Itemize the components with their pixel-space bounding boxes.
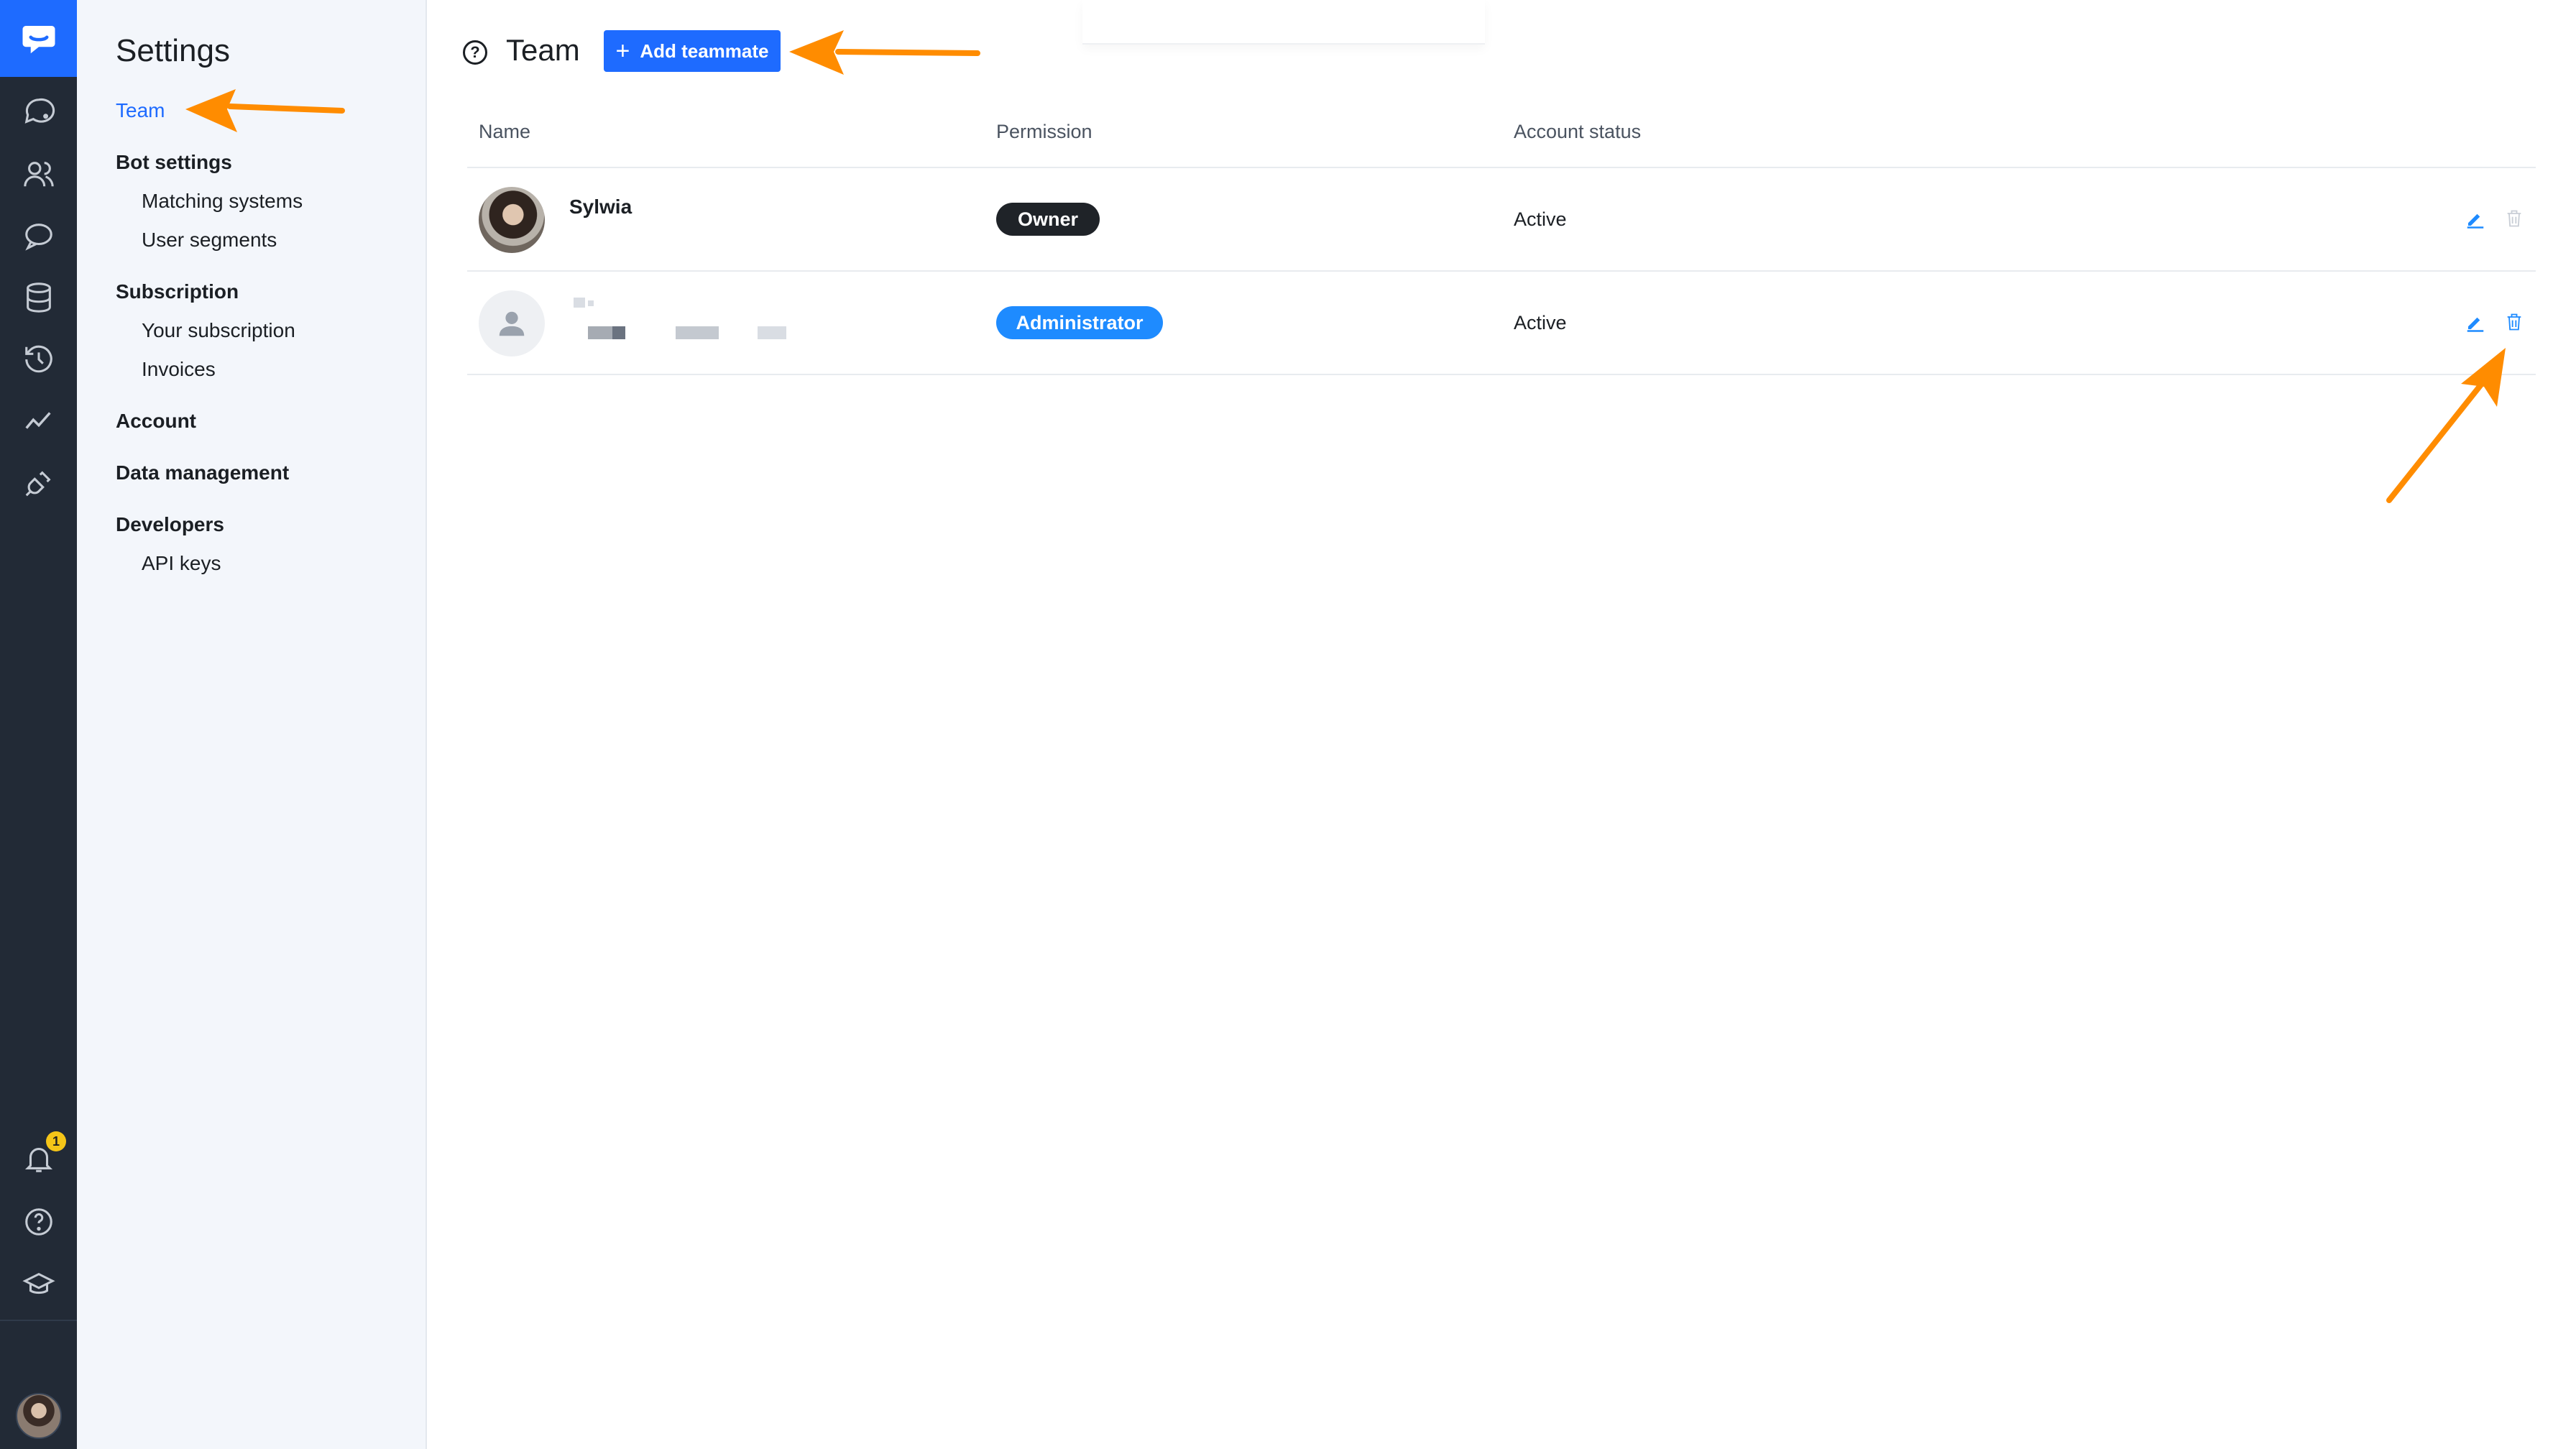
plus-icon: + bbox=[615, 37, 630, 65]
sidebar-item-your-subscription[interactable]: Your subscription bbox=[142, 319, 295, 342]
permission-badge: Owner bbox=[996, 203, 1100, 236]
account-status: Active bbox=[1514, 312, 1567, 334]
row-divider bbox=[467, 270, 2536, 272]
sidebar-item-bot-settings[interactable]: Bot settings bbox=[116, 151, 232, 174]
conversations-icon[interactable] bbox=[0, 83, 77, 141]
sidebar-item-matching-systems[interactable]: Matching systems bbox=[142, 190, 303, 213]
top-overlay bbox=[1082, 0, 1485, 45]
users-icon[interactable] bbox=[0, 145, 77, 203]
sidebar-item-developers[interactable]: Developers bbox=[116, 513, 224, 536]
sidebar-title: Settings bbox=[116, 33, 230, 68]
sidebar-item-api-keys[interactable]: API keys bbox=[142, 552, 221, 575]
sidebar-item-data-management[interactable]: Data management bbox=[116, 461, 289, 484]
redacted-name bbox=[574, 298, 585, 308]
redacted-email bbox=[588, 326, 612, 339]
sidebar-item-account[interactable]: Account bbox=[116, 410, 196, 433]
delete-trash-icon[interactable] bbox=[2501, 309, 2527, 335]
header-divider bbox=[467, 167, 2536, 168]
main-content: ? Team + Add teammate Name Permission Ac… bbox=[427, 0, 2576, 1449]
avatar bbox=[479, 187, 545, 253]
avatar bbox=[479, 290, 545, 356]
redacted-email bbox=[758, 326, 786, 339]
icon-rail: 1 bbox=[0, 0, 77, 1449]
permission-badge: Administrator bbox=[996, 306, 1163, 339]
page-title: Team bbox=[506, 33, 580, 67]
help-icon[interactable] bbox=[0, 1193, 77, 1251]
sidebar-item-subscription[interactable]: Subscription bbox=[116, 280, 239, 303]
help-icon[interactable]: ? bbox=[463, 40, 487, 65]
column-header-account-status: Account status bbox=[1514, 121, 1642, 142]
add-teammate-button[interactable]: + Add teammate bbox=[604, 30, 781, 72]
rail-divider bbox=[0, 1320, 77, 1321]
database-icon[interactable] bbox=[0, 269, 77, 326]
redacted-email bbox=[676, 326, 719, 339]
add-teammate-label: Add teammate bbox=[640, 40, 769, 62]
row-divider bbox=[467, 374, 2536, 375]
member-name: Sylwia bbox=[569, 196, 632, 218]
sidebar-item-user-segments[interactable]: User segments bbox=[142, 229, 277, 252]
account-status: Active bbox=[1514, 208, 1567, 230]
chat-icon[interactable] bbox=[0, 207, 77, 264]
redacted-name bbox=[588, 300, 594, 306]
redacted-email bbox=[612, 326, 625, 339]
column-header-permission: Permission bbox=[996, 121, 1092, 142]
settings-sidebar: Settings Team Bot settings Matching syst… bbox=[77, 0, 427, 1449]
history-icon[interactable] bbox=[0, 331, 77, 388]
sidebar-item-invoices[interactable]: Invoices bbox=[142, 358, 216, 381]
user-avatar[interactable] bbox=[16, 1393, 62, 1439]
sidebar-item-team[interactable]: Team bbox=[116, 99, 165, 122]
delete-trash-icon[interactable] bbox=[2501, 206, 2527, 231]
integrations-icon[interactable] bbox=[0, 454, 77, 512]
column-header-name: Name bbox=[479, 121, 531, 142]
edit-icon[interactable] bbox=[2462, 206, 2488, 231]
analytics-icon[interactable] bbox=[0, 392, 77, 450]
notifications-badge: 1 bbox=[46, 1131, 66, 1151]
app-logo-icon[interactable] bbox=[0, 0, 77, 77]
academy-cap-icon[interactable] bbox=[0, 1256, 77, 1314]
edit-icon[interactable] bbox=[2462, 309, 2488, 335]
